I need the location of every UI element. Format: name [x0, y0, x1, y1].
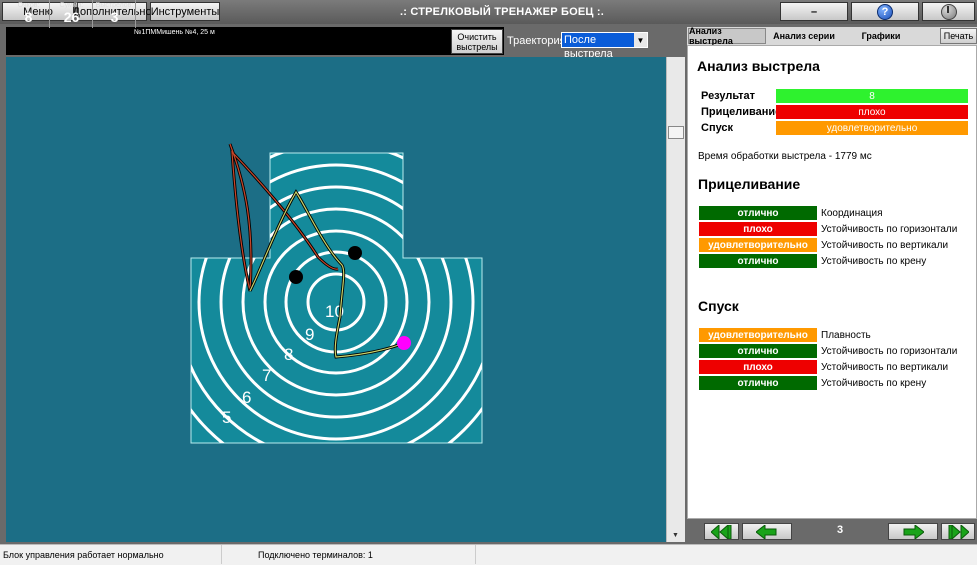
stat-sum-label: Сумма:: [59, 2, 84, 9]
stat-shots: Выстрелов: 3: [94, 0, 136, 28]
aiming-bar: плохо: [776, 105, 968, 119]
aiming-rating-2: плохо: [699, 222, 817, 236]
ring-label-9: 9: [305, 325, 314, 344]
tab-graphs[interactable]: Графики: [848, 28, 914, 44]
result-label: Результат: [701, 90, 756, 102]
status-terminals: Подключено терминалов: 1: [222, 545, 476, 564]
processing-time: Время обработки выстрела - 1779 мс: [698, 151, 872, 162]
help-icon: ?: [877, 3, 893, 20]
stat-sum: Сумма: 26: [51, 0, 93, 28]
arrow-right-icon: [903, 524, 924, 539]
last-page-button[interactable]: [941, 523, 975, 540]
stat-points: Очков: 8: [8, 0, 50, 28]
stat-shots-value: 3: [110, 9, 119, 25]
shot-hole-2: [289, 270, 303, 284]
page-number: 3: [836, 524, 844, 536]
scrollbar-thumb[interactable]: [668, 126, 684, 139]
aiming-section-title: Прицеливание: [698, 176, 801, 192]
scroll-down-icon[interactable]: ▼: [668, 529, 683, 541]
trigger-desc-1: Плавность: [821, 330, 871, 341]
double-arrow-right-icon: [948, 524, 969, 539]
app-title: .: СТРЕЛКОВЫЙ ТРЕНАЖЕР БОЕЦ :.: [399, 6, 605, 18]
tab-series-analysis[interactable]: Анализ серии: [770, 28, 838, 44]
tab-shot-analysis[interactable]: Анализ выстрела: [688, 26, 766, 46]
aiming-desc-1: Координация: [821, 208, 883, 219]
prev-page-button[interactable]: [742, 523, 792, 540]
clear-shots-button[interactable]: Очистить выстрелы: [451, 29, 503, 54]
target-name: №1ПММишень №4, 25 м: [134, 29, 215, 36]
trajectory-label: Траектория:: [507, 35, 569, 47]
target-viewport[interactable]: 10 9 8 7 6 5: [6, 57, 666, 542]
trigger-bar: удовлетворительно: [776, 121, 968, 135]
shot-hole-1: [348, 246, 362, 260]
trigger-desc-4: Устойчивость по крену: [821, 378, 927, 389]
info-bar: [6, 27, 504, 55]
stat-points-label: Очков:: [17, 2, 40, 9]
ring-label-7: 7: [262, 366, 271, 385]
stat-shots-label: Выстрелов:: [95, 2, 134, 9]
trigger-rating-2: отлично: [699, 344, 817, 358]
power-button[interactable]: [922, 2, 975, 21]
trigger-rating-1: удовлетворительно: [699, 328, 817, 342]
trigger-rating-3: плохо: [699, 360, 817, 374]
print-button[interactable]: Печать: [940, 28, 977, 44]
shot-hole-3: [397, 336, 411, 350]
arrow-left-icon: [756, 524, 777, 539]
chevron-down-icon[interactable]: ▼: [634, 33, 647, 47]
stat-sum-value: 26: [63, 9, 80, 25]
help-button[interactable]: ?: [851, 2, 919, 21]
tools-button[interactable]: Инструменты: [150, 2, 220, 21]
result-bar: 8: [776, 89, 968, 103]
trigger-desc-3: Устойчивость по вертикали: [821, 362, 949, 373]
ring-label-8: 8: [284, 345, 293, 364]
next-page-button[interactable]: [888, 523, 938, 540]
double-arrow-left-icon: [710, 524, 731, 539]
ring-label-5: 5: [222, 408, 231, 427]
trigger-rating-4: отлично: [699, 376, 817, 390]
minimize-button[interactable]: –: [780, 2, 848, 21]
ring-label-6: 6: [242, 388, 251, 407]
aiming-desc-4: Устойчивость по крену: [821, 256, 927, 267]
aiming-desc-3: Устойчивость по вертикали: [821, 240, 949, 251]
status-control: Блок управления работает нормально: [0, 545, 222, 564]
first-page-button[interactable]: [704, 523, 739, 540]
aiming-rating-1: отлично: [699, 206, 817, 220]
trigger-section-title: Спуск: [698, 298, 739, 314]
analysis-title: Анализ выстрела: [697, 58, 820, 74]
trigger-desc-2: Устойчивость по горизонтали: [821, 346, 958, 357]
aiming-rating-3: удовлетворительно: [699, 238, 817, 252]
stat-points-value: 8: [24, 9, 33, 25]
aiming-rating-4: отлично: [699, 254, 817, 268]
aiming-label: Прицеливание: [701, 106, 782, 118]
aiming-desc-2: Устойчивость по горизонтали: [821, 224, 958, 235]
trigger-label: Спуск: [701, 122, 734, 134]
power-icon: [940, 3, 957, 20]
target-canvas: 10 9 8 7 6 5: [190, 143, 483, 444]
